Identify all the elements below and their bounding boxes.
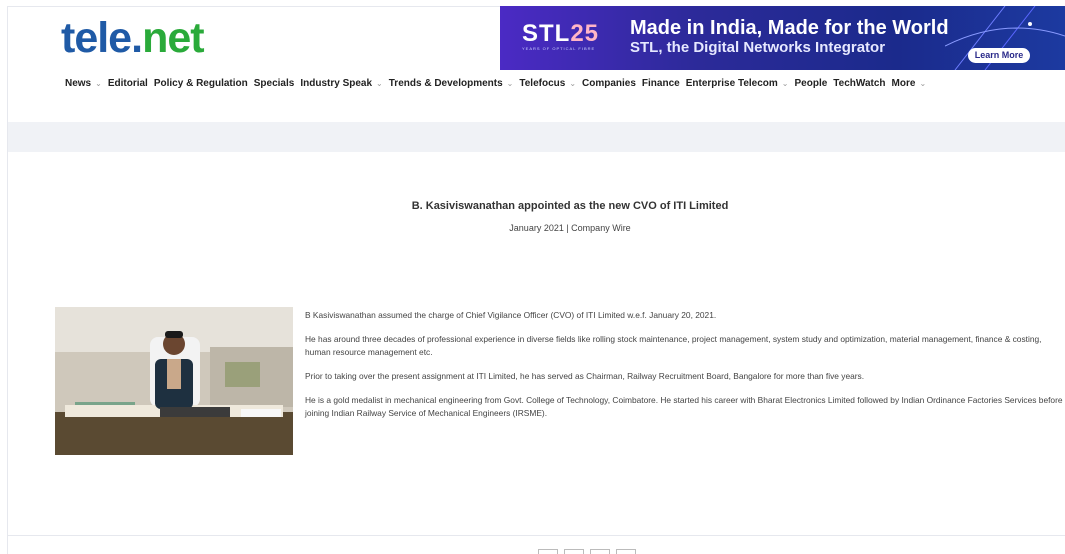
ad-banner[interactable]: STL25 YEARS OF OPTICAL FIBRE Made in Ind… — [500, 6, 1065, 70]
nav-item-label: More — [891, 78, 916, 89]
site-logo[interactable]: tele.net — [61, 14, 205, 62]
share-icon[interactable] — [564, 549, 584, 554]
chevron-down-icon: ⌄ — [919, 79, 927, 88]
nav-item-people[interactable]: People — [795, 78, 828, 89]
nav-item-label: Industry Speak — [300, 78, 373, 89]
chevron-down-icon: ⌄ — [569, 79, 577, 88]
nav-item-news[interactable]: News ⌄ — [65, 78, 102, 89]
article-body: B Kasiviswanathan assumed the charge of … — [305, 309, 1065, 431]
nav-item-label: People — [794, 78, 828, 89]
chevron-down-icon: ⌄ — [95, 79, 102, 88]
chevron-down-icon: ⌄ — [506, 79, 514, 88]
stl-logo: STL25 — [522, 20, 600, 47]
article-meta: January 2021 | Company Wire — [509, 223, 631, 233]
learn-more-button[interactable]: Learn More — [968, 48, 1030, 63]
social-share-icons — [538, 549, 636, 554]
chevron-down-icon: ⌄ — [781, 79, 789, 88]
footer-divider — [8, 535, 1065, 536]
stl-tagline: YEARS OF OPTICAL FIBRE — [522, 46, 596, 51]
article-paragraph: He is a gold medalist in mechanical engi… — [305, 395, 1063, 418]
article-title: B. Kasiviswanathan appointed as the new … — [411, 200, 729, 212]
share-icon[interactable] — [616, 549, 636, 554]
nav-item-telefocus[interactable]: Telefocus ⌄ — [519, 78, 576, 89]
nav-item-industry-speak[interactable]: Industry Speak ⌄ — [300, 78, 382, 89]
nav-item-label: Telefocus — [519, 78, 566, 89]
chevron-down-icon: ⌄ — [376, 79, 383, 88]
article-paragraph: B Kasiviswanathan assumed the charge of … — [305, 310, 717, 320]
nav-item-specials[interactable]: Specials — [254, 78, 295, 89]
nav-item-label: Editorial — [107, 78, 148, 89]
article-paragraph: He has around three decades of professio… — [305, 334, 1042, 357]
nav-item-label: Finance — [641, 78, 680, 89]
nav-item-label: Specials — [253, 78, 295, 89]
nav-item-finance[interactable]: Finance — [642, 78, 680, 89]
nav-item-label: Policy & Regulation — [153, 78, 248, 89]
nav-item-label: TechWatch — [833, 78, 886, 89]
share-icon[interactable] — [590, 549, 610, 554]
nav-item-label: Trends & Developments — [388, 78, 503, 89]
nav-item-policy-regulation[interactable]: Policy & Regulation — [154, 78, 248, 89]
banner-headline: Made in India, Made for the World — [630, 17, 949, 39]
nav-item-trends-developments[interactable]: Trends & Developments ⌄ — [389, 78, 514, 89]
breadcrumb-bar — [8, 122, 1065, 152]
nav-item-techwatch[interactable]: TechWatch — [833, 78, 885, 89]
main-nav: News ⌄ Editorial Policy & Regulation Special… — [65, 78, 932, 89]
nav-item-editorial[interactable]: Editorial — [108, 78, 148, 89]
nav-item-label: Enterprise Telecom — [685, 78, 778, 89]
share-icon[interactable] — [538, 549, 558, 554]
nav-item-enterprise-telecom[interactable]: Enterprise Telecom ⌄ — [686, 78, 789, 89]
banner-subline: STL, the Digital Networks Integrator — [630, 39, 886, 56]
nav-item-more[interactable]: More ⌄ — [892, 78, 927, 89]
nav-item-companies[interactable]: Companies — [582, 78, 636, 89]
nav-item-label: News — [65, 78, 92, 89]
article-photo — [55, 307, 293, 455]
nav-item-label: Companies — [582, 78, 636, 89]
article-paragraph: Prior to taking over the present assignm… — [305, 371, 865, 381]
